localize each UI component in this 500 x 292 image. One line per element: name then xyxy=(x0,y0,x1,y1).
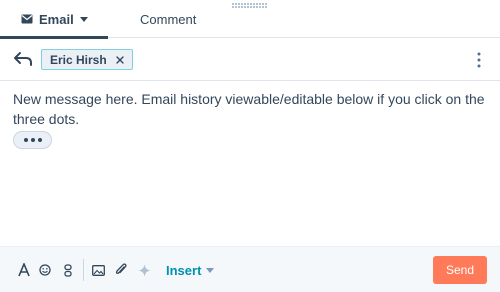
tab-email[interactable]: Email xyxy=(0,0,108,39)
ellipsis-dot xyxy=(37,138,42,142)
recipient-chip[interactable]: Eric Hirsh xyxy=(41,49,133,70)
tab-comment[interactable]: Comment xyxy=(140,0,196,38)
toolbar-divider xyxy=(83,259,84,281)
drag-handle-icon[interactable] xyxy=(232,3,270,8)
ellipsis-dot xyxy=(30,138,35,142)
composer-tabs: Email Comment xyxy=(0,0,500,39)
show-history-button[interactable] xyxy=(13,131,52,149)
tab-comment-label: Comment xyxy=(140,11,197,27)
insert-menu-button[interactable]: Insert xyxy=(166,261,215,279)
chevron-down-icon[interactable] xyxy=(79,16,88,22)
envelope-icon xyxy=(21,14,33,24)
ai-sparkle-icon[interactable] xyxy=(137,262,151,278)
reply-icon[interactable] xyxy=(13,50,33,68)
snippets-icon[interactable] xyxy=(61,262,75,278)
chevron-down-icon xyxy=(206,267,215,273)
composer-toolbar: Insert Send xyxy=(0,246,500,292)
close-icon[interactable] xyxy=(116,55,124,64)
message-body[interactable]: New message here. Email history viewable… xyxy=(13,89,487,129)
tab-email-label: Email xyxy=(39,11,74,27)
text-format-icon[interactable] xyxy=(17,262,31,278)
send-button[interactable]: Send xyxy=(433,256,487,284)
attachment-icon[interactable] xyxy=(114,262,128,278)
emoji-icon[interactable] xyxy=(38,262,52,278)
ellipsis-dot xyxy=(23,138,28,142)
insert-label: Insert xyxy=(166,262,202,278)
recipient-row: Eric Hirsh xyxy=(0,38,500,81)
image-icon[interactable] xyxy=(91,262,105,278)
more-options-icon[interactable] xyxy=(476,52,482,68)
recipient-name: Eric Hirsh xyxy=(50,52,107,67)
